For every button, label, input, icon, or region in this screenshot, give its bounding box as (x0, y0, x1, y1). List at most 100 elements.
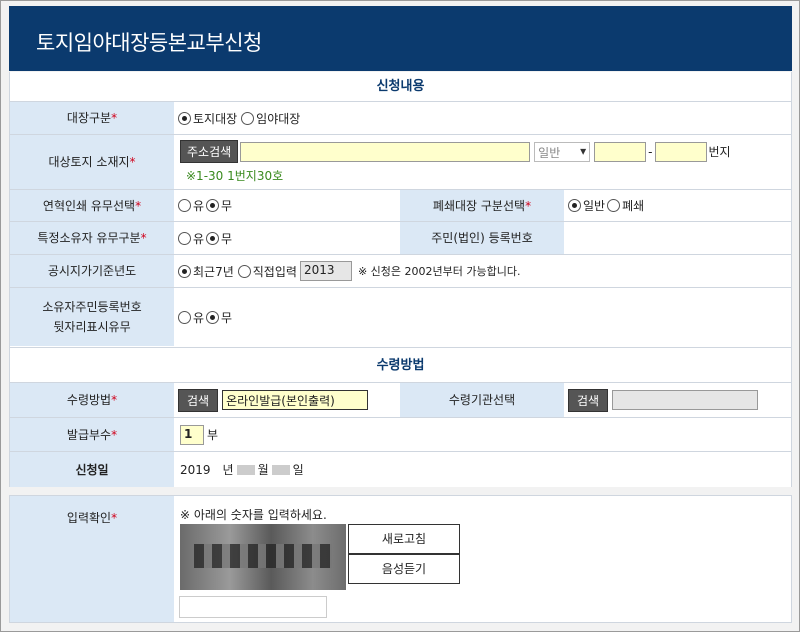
lot-separator: - (648, 144, 653, 159)
label-text: 공시지가기준년도 (47, 264, 137, 278)
row-land-location: 대상토지 소재지* 주소검색 일반 ▾ - 번지 ※1-30 1번지30호 (10, 135, 791, 190)
label-resident-number: 주민(법인) 등록번호 (400, 222, 564, 254)
required-mark: * (111, 393, 118, 407)
captcha-instruction: ※ 아래의 숫자를 입력하세요. (180, 508, 327, 522)
label-receive-agency: 수령기관선택 (400, 383, 564, 417)
label-text: 입력확인 (66, 511, 112, 525)
location-inputs: 주소검색 일반 ▾ - 번지 (180, 140, 731, 163)
required-mark: * (111, 111, 118, 125)
required-mark: * (111, 427, 118, 442)
address-input[interactable] (240, 141, 531, 162)
radio-forest-ledger[interactable] (241, 111, 255, 125)
day-suffix: 일 (292, 463, 304, 477)
label-copies: 발급부수* (10, 418, 174, 451)
day-blurred (271, 464, 290, 475)
select-value: 일반 (538, 145, 561, 160)
radio-owner-no[interactable] (206, 231, 220, 245)
label-specific-owner: 특정소유자 유무구분* (10, 222, 174, 254)
label-text: 발급부수 (66, 427, 112, 442)
label-text: 수령기관선택 (448, 393, 516, 407)
required-mark: * (135, 198, 142, 213)
option-label: 유 (193, 199, 205, 213)
year-input[interactable]: 2013 (299, 261, 352, 281)
captcha-image (180, 524, 346, 590)
option-label: 임야대장 (256, 111, 301, 126)
chevron-down-icon: ▾ (580, 143, 587, 158)
required-mark: * (111, 511, 118, 525)
required-mark: * (525, 198, 532, 213)
label-line2: 뒷자리표시유무 (53, 320, 131, 334)
option-label: 유 (193, 231, 205, 246)
radio-direct-input[interactable] (237, 264, 251, 278)
label-closed-ledger: 폐쇄대장 구분선택* (400, 190, 564, 221)
row-copies: 발급부수* 1 부 (10, 418, 791, 452)
option-label: 최근7년 (193, 264, 234, 279)
label-text: 수령방법 (66, 393, 112, 407)
captcha-input[interactable] (179, 596, 327, 618)
radio-history-yes[interactable] (178, 199, 191, 212)
label-ledger-type: 대장구분* (10, 102, 174, 134)
row-owner-resident: 특정소유자 유무구분* 유 무 주민(법인) 등록번호 (10, 222, 791, 255)
lot-number-main-input[interactable] (594, 141, 647, 162)
captcha-audio-button[interactable]: 음성듣기 (348, 554, 460, 584)
label-text: 특정소유자 유무구분 (37, 231, 141, 245)
radio-recent-7-years[interactable] (178, 264, 191, 278)
label-captcha: 입력확인* (10, 496, 174, 622)
apply-year: 2019 (180, 462, 211, 477)
label-text: 연혁인쇄 유무선택 (42, 198, 136, 213)
receive-method-search-button[interactable]: 검색 (178, 388, 219, 412)
radio-closed-general[interactable] (568, 199, 581, 212)
receive-agency-controls: 검색 (568, 383, 759, 417)
label-apply-date: 신청일 (10, 452, 174, 487)
row-land-price-year: 공시지가기준년도 최근7년 직접입력 2013 ※ 신청은 2002년부터 가능… (10, 255, 791, 288)
receive-method-controls: 검색 온라인발급(본인출력) (178, 383, 369, 417)
option-label: 폐쇄 (622, 199, 645, 213)
receive-method-input[interactable]: 온라인발급(본인출력) (222, 390, 369, 410)
radio-closed-closed[interactable] (607, 199, 621, 212)
copies-suffix: 부 (207, 428, 219, 442)
month-suffix: 월 (257, 463, 269, 477)
section-header-apply: 신청내용 (10, 72, 791, 102)
captcha-refresh-button[interactable]: 새로고침 (348, 524, 460, 554)
section-header-receive: 수령방법 (10, 348, 791, 383)
specific-owner-options: 유 무 (178, 222, 232, 254)
label-land-location: 대상토지 소재지* (10, 135, 174, 189)
apply-date-value: 2019 년 월 일 (180, 452, 304, 487)
closed-ledger-options: 일반 폐쇄 (568, 190, 644, 221)
title-bar: 토지임야대장등본교부신청 (9, 6, 792, 71)
receive-agency-input[interactable] (612, 390, 759, 410)
section-title-receive: 수령방법 (376, 358, 425, 373)
radio-owner-id-no[interactable] (206, 310, 220, 324)
copies-input[interactable]: 1 (180, 424, 204, 445)
radio-history-no[interactable] (206, 199, 220, 212)
land-type-select[interactable]: 일반 ▾ (534, 141, 591, 162)
row-apply-date: 신청일 2019 년 월 일 (10, 452, 791, 488)
option-label: 무 (221, 310, 233, 325)
year-suffix: 년 (222, 463, 234, 477)
ledger-type-options: 토지대장 임야대장 (178, 102, 300, 134)
location-example-note: ※1-30 1번지30호 (186, 169, 284, 183)
option-label: 유 (193, 310, 205, 325)
option-label: 일반 (583, 199, 606, 213)
label-owner-id-display: 소유자주민등록번호 뒷자리표시유무 (10, 288, 174, 346)
radio-owner-id-yes[interactable] (178, 310, 191, 324)
label-text: 대장구분 (66, 111, 112, 125)
label-text: 폐쇄대장 구분선택 (432, 198, 526, 213)
radio-land-ledger[interactable] (178, 111, 191, 125)
radio-owner-yes[interactable] (178, 231, 191, 245)
receive-agency-search-button[interactable]: 검색 (568, 388, 609, 412)
address-search-button[interactable]: 주소검색 (180, 140, 239, 163)
year-note: ※ 신청은 2002년부터 가능합니다. (357, 265, 521, 278)
label-text: 주민(법인) 등록번호 (431, 231, 533, 245)
label-land-price-year: 공시지가기준년도 (10, 255, 174, 287)
lot-number-sub-input[interactable] (654, 141, 707, 162)
label-line1: 소유자주민등록번호 (42, 300, 142, 314)
captcha-digits-blurred (194, 544, 332, 568)
captcha-table: 입력확인* ※ 아래의 숫자를 입력하세요. 새로고침 음성듣기 (9, 495, 792, 623)
copies-controls: 1 부 (180, 418, 218, 451)
label-text: 대상토지 소재지 (48, 155, 130, 169)
receive-method-table: 수령방법 수령방법* 검색 온라인발급(본인출력) 수령기관선택 검색 발급부수… (9, 347, 792, 487)
row-owner-id-display: 소유자주민등록번호 뒷자리표시유무 유 무 (10, 288, 791, 347)
history-print-options: 유 무 (178, 190, 232, 221)
row-history-closed: 연혁인쇄 유무선택* 유 무 폐쇄대장 구분선택* 일반 폐쇄 (10, 190, 791, 222)
